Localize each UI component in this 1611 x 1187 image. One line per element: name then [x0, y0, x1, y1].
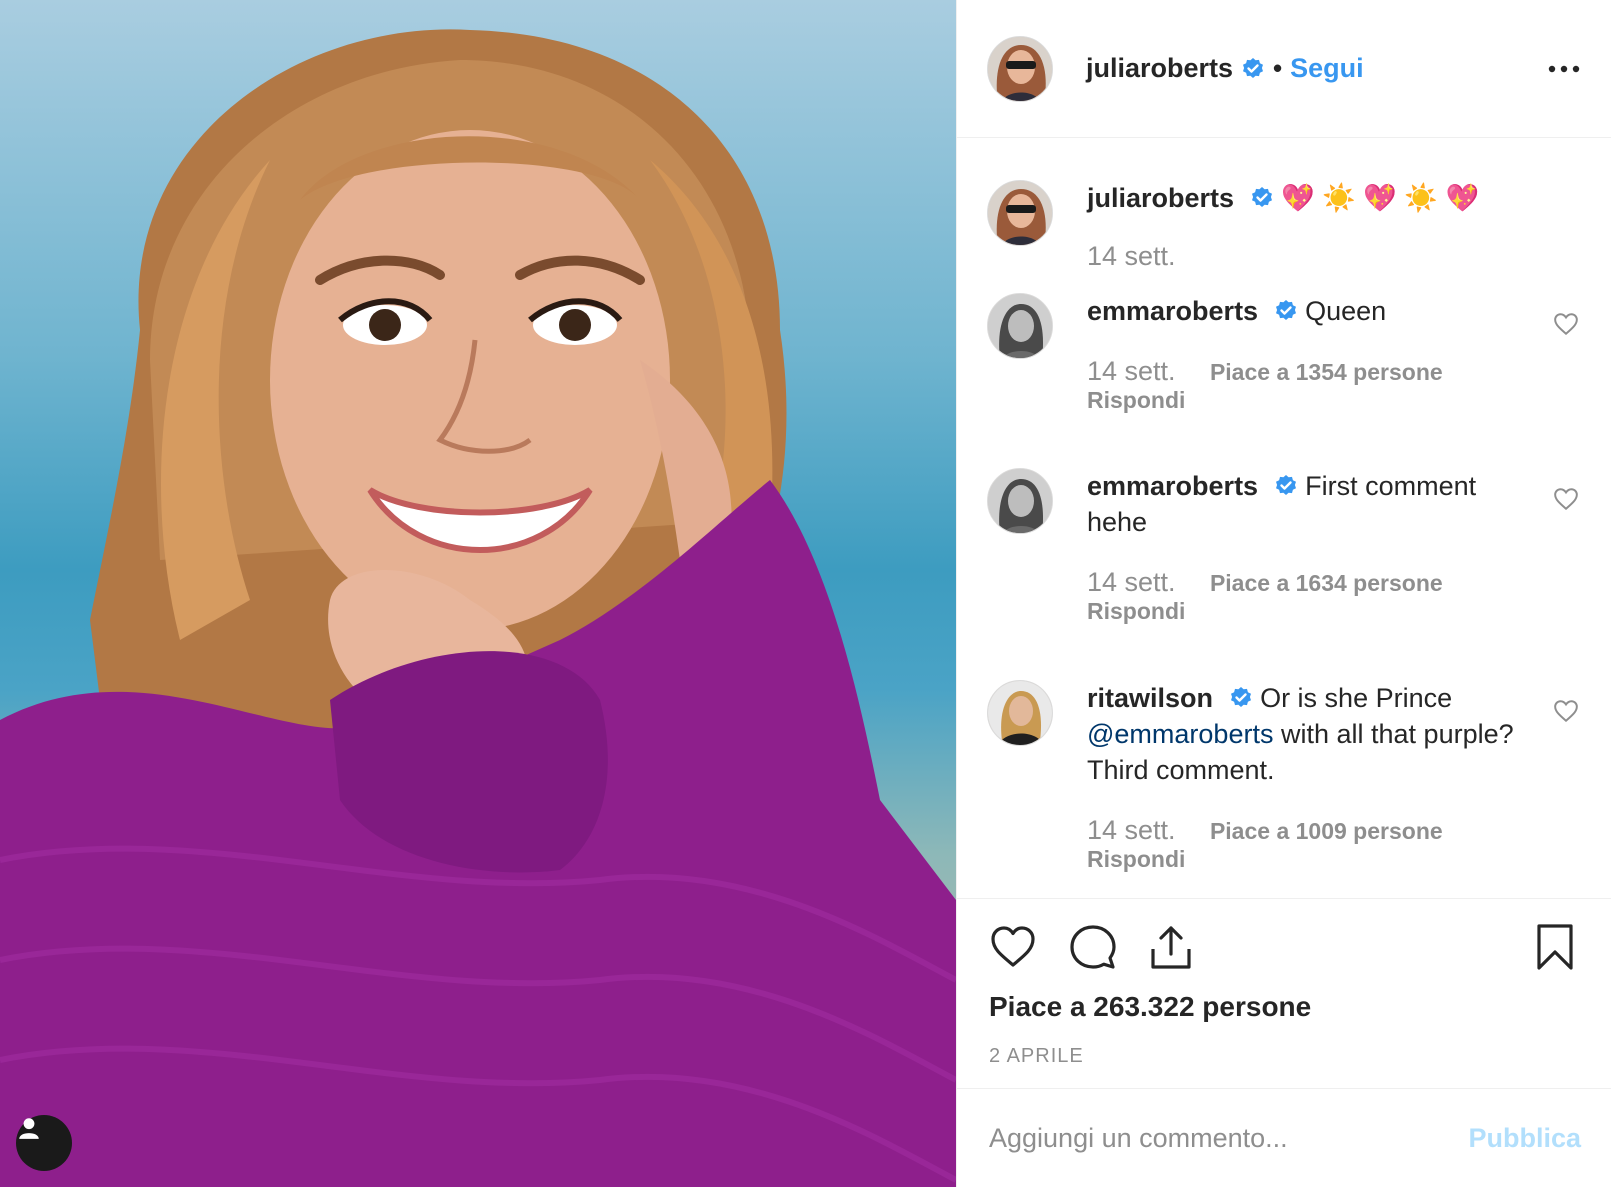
avatar[interactable] — [987, 35, 1053, 102]
post-photo[interactable] — [0, 0, 956, 1187]
reply-button[interactable]: Rispondi — [1087, 845, 1531, 873]
comment-time[interactable]: 14 sett. — [1087, 567, 1176, 597]
post-date[interactable]: 2 APRILE — [989, 1045, 1084, 1068]
verified-badge-icon — [1275, 300, 1296, 320]
like-comment-icon[interactable] — [1553, 699, 1579, 723]
caption-username[interactable]: juliaroberts — [1087, 183, 1234, 213]
comment-avatar[interactable] — [987, 293, 1053, 359]
avatar-image — [988, 36, 1052, 101]
heart-icon[interactable] — [989, 923, 1037, 971]
comments-list[interactable]: juliaroberts 💖 ☀️ 💖 ☀️ 💖 14 sett. emmaro… — [957, 138, 1611, 898]
avatar-image — [988, 294, 1052, 358]
post-sidebar: juliaroberts • Segui juliaroberts 💖 ☀️ 💖… — [956, 0, 1611, 1187]
header-separator: • — [1273, 53, 1283, 83]
comment-text: Or is she Prince — [1260, 683, 1453, 713]
verified-badge-icon — [1243, 57, 1264, 78]
mention-link[interactable]: @emmaroberts — [1087, 719, 1273, 749]
comment-avatar[interactable] — [987, 680, 1053, 746]
user-icon — [19, 1118, 39, 1139]
comment-input[interactable] — [989, 1122, 1469, 1154]
comment-composer: Pubblica — [957, 1088, 1611, 1187]
caption-avatar[interactable] — [987, 180, 1053, 246]
comment-time[interactable]: 14 sett. — [1087, 815, 1176, 845]
post-header: juliaroberts • Segui — [957, 0, 1611, 138]
photo-illustration — [0, 29, 956, 1187]
comment-username[interactable]: emmaroberts — [1087, 296, 1258, 326]
caption-text: 💖 ☀️ 💖 ☀️ 💖 — [1281, 183, 1480, 213]
comment-username[interactable]: emmaroberts — [1087, 471, 1258, 501]
avatar-image — [988, 681, 1052, 745]
tagged-user-button[interactable] — [16, 1115, 72, 1171]
comment-likes[interactable]: Piace a 1354 persone — [1210, 359, 1443, 385]
verified-badge-icon — [1251, 187, 1272, 207]
comment-text: Queen — [1305, 296, 1387, 326]
publish-button[interactable]: Pubblica — [1468, 1123, 1581, 1154]
like-comment-icon[interactable] — [1553, 312, 1579, 336]
verified-badge-icon — [1230, 687, 1251, 707]
comment-time[interactable]: 14 sett. — [1087, 356, 1176, 386]
caption-time[interactable]: 14 sett. — [1087, 241, 1176, 271]
comment-avatar[interactable] — [987, 468, 1053, 534]
share-icon[interactable] — [1147, 923, 1195, 971]
like-comment-icon[interactable] — [1553, 487, 1579, 511]
header-username[interactable]: juliaroberts — [1086, 53, 1233, 84]
more-options-icon[interactable] — [1547, 54, 1581, 84]
post-actions: Piace a 263.322 persone 2 APRILE — [957, 898, 1611, 1088]
comment-username[interactable]: ritawilson — [1087, 683, 1213, 713]
reply-button[interactable]: Rispondi — [1087, 597, 1531, 625]
avatar-image — [988, 469, 1052, 533]
reply-button[interactable]: Rispondi — [1087, 386, 1531, 414]
comment-likes[interactable]: Piace a 1634 persone — [1210, 570, 1443, 596]
likes-count[interactable]: Piace a 263.322 persone — [989, 991, 1311, 1023]
follow-button[interactable]: Segui — [1290, 53, 1364, 84]
comment-likes[interactable]: Piace a 1009 persone — [1210, 818, 1443, 844]
comment-icon[interactable] — [1069, 923, 1117, 971]
bookmark-icon[interactable] — [1531, 923, 1579, 971]
verified-badge-icon — [1275, 475, 1296, 495]
avatar-image — [988, 181, 1052, 245]
